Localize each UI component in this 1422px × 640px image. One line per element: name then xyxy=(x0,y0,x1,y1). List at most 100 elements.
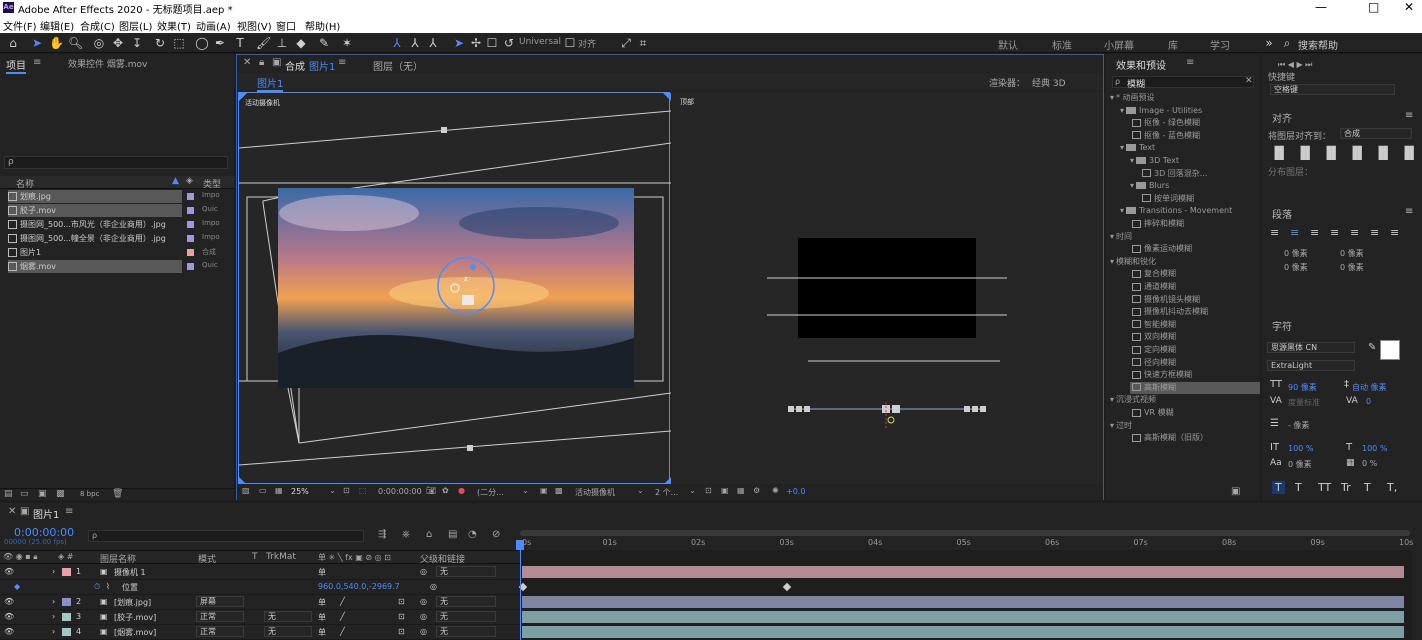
parent-pickwhip-icon[interactable]: ◎ xyxy=(420,612,427,621)
workspace-library[interactable]: 库 xyxy=(1168,37,1178,52)
parent-pickwhip-icon[interactable]: ◎ xyxy=(420,597,427,606)
world-axis-icon[interactable]: ⅄ xyxy=(408,36,422,50)
roi-icon[interactable]: ▣ xyxy=(540,486,548,495)
exposure-icon[interactable]: ✺ xyxy=(772,486,779,495)
eye-icon[interactable]: 👁︎ xyxy=(4,612,14,621)
label-col-icon[interactable]: ◈ xyxy=(186,176,193,186)
anchor-tool-icon[interactable]: ⬚ xyxy=(172,36,186,50)
keyframe-marker[interactable] xyxy=(782,582,792,592)
effect-item[interactable]: ▾ Transitions - Movement xyxy=(1120,205,1232,217)
align-right-icon[interactable]: ▐▌ xyxy=(1322,146,1340,160)
leading-value[interactable]: 自动 像素 xyxy=(1352,382,1387,393)
pen-tool-icon[interactable]: ✒ xyxy=(213,36,227,50)
monitor-icon[interactable]: ▭ xyxy=(259,486,267,495)
text-style-button[interactable]: TT xyxy=(1318,481,1331,494)
align-menu-icon[interactable]: ≡ xyxy=(1405,110,1413,121)
indent-left[interactable]: 0 像素 xyxy=(1284,248,1308,259)
views-chevron-icon[interactable]: ⌄ xyxy=(689,486,696,495)
comp-flowchart-icon[interactable]: ⇶ xyxy=(378,529,386,540)
graph-icon[interactable]: ⌇ xyxy=(106,582,110,591)
frame-blend-icon[interactable]: ▤ xyxy=(448,529,457,540)
menu-edit[interactable]: 编辑(E) xyxy=(40,18,74,33)
mode-dropdown[interactable]: 正常 xyxy=(196,611,244,622)
left-viewport[interactable]: 活动摄像机 z xyxy=(238,92,671,485)
label-swatch[interactable] xyxy=(187,207,194,214)
shortcut-dropdown[interactable]: 空格键 xyxy=(1270,84,1395,95)
camera-dropdown[interactable]: 活动摄像机 xyxy=(575,487,615,498)
col-layer-name[interactable]: 图层名称 xyxy=(100,552,136,565)
effect-item[interactable]: 高斯模糊（旧版） xyxy=(1130,432,1208,444)
eye-icon[interactable]: 👁︎ xyxy=(4,627,14,636)
menu-effect[interactable]: 效果(T) xyxy=(157,18,191,33)
shy-switch-icon[interactable]: 单 xyxy=(318,597,326,608)
effect-item[interactable]: 定向模糊 xyxy=(1130,344,1176,356)
clear-search-icon[interactable]: ✕ xyxy=(1245,76,1253,86)
effect-item[interactable]: ▾ * 动画预设 xyxy=(1110,92,1155,104)
text-style-button[interactable]: T xyxy=(1364,481,1371,494)
paragraph-align-icon[interactable]: ≡ xyxy=(1390,226,1399,239)
resolution-dropdown[interactable]: (二分... xyxy=(477,487,504,498)
settings-icon[interactable]: ▩ xyxy=(56,489,65,499)
effect-item[interactable]: 径向模糊 xyxy=(1130,357,1176,369)
comp-menu-icon[interactable]: ≡ xyxy=(338,57,346,68)
expand-icon[interactable]: › xyxy=(52,567,55,576)
project-item[interactable]: 摄图网_500...幢全景（非企业商用）.jpg xyxy=(8,232,182,245)
effect-item[interactable]: 智能模糊 xyxy=(1130,319,1176,331)
effects-search[interactable]: ρ 模糊 ✕ xyxy=(1112,76,1254,90)
timeline-tracks[interactable] xyxy=(516,540,1412,640)
mode-dropdown[interactable]: 正常 xyxy=(196,626,244,637)
align-hcenter-icon[interactable]: ▐▌ xyxy=(1296,146,1314,160)
font-family-dropdown[interactable]: 思源黑体 CN xyxy=(1267,342,1355,353)
paragraph-menu-icon[interactable]: ≡ xyxy=(1405,206,1413,217)
align-left-icon[interactable]: ▐▌ xyxy=(1270,146,1288,160)
effect-item[interactable]: ▾ 沉浸式视频 xyxy=(1110,394,1156,406)
parent-dropdown[interactable]: 无 xyxy=(436,566,496,577)
zoom-dropdown-icon[interactable]: ⌄ xyxy=(329,486,336,495)
workspace-learn[interactable]: 学习 xyxy=(1210,37,1230,52)
layer-label-swatch[interactable] xyxy=(62,598,71,606)
region-icon[interactable]: ▦ xyxy=(275,486,283,495)
effect-item[interactable]: 高斯模糊 xyxy=(1130,381,1260,394)
shy-switch-icon[interactable]: 单 xyxy=(318,612,326,623)
pickwhip-icon[interactable]: ◎ xyxy=(430,582,437,591)
space-before[interactable]: 0 像素 xyxy=(1284,262,1308,273)
project-item[interactable]: 划痕.jpg xyxy=(8,190,182,203)
lock-icon[interactable]: 🔒︎ xyxy=(259,57,264,68)
shy-switch-icon[interactable]: 单 xyxy=(318,627,326,638)
label-swatch[interactable] xyxy=(187,221,194,228)
graph-editor-icon[interactable]: ⊘ xyxy=(492,529,500,540)
local-axis-icon[interactable]: ⅄ xyxy=(390,36,404,50)
effect-item[interactable]: 抠像 - 绿色模糊 xyxy=(1130,117,1200,129)
layer-label-swatch[interactable] xyxy=(62,568,71,576)
zoom-tool-icon[interactable]: 🔍︎ xyxy=(68,36,83,50)
close-timeline-icon[interactable]: ✕ xyxy=(8,506,16,517)
kerning-value[interactable]: 度量标准 xyxy=(1288,397,1320,408)
draft-3d-icon[interactable]: ⎈ xyxy=(402,529,410,540)
quality-switch-icon[interactable]: ╱ xyxy=(340,627,345,636)
comp-breadcrumb[interactable]: 图片1 xyxy=(257,75,284,92)
effect-item[interactable]: 通道模糊 xyxy=(1130,281,1176,293)
effects-tab[interactable]: 效果和预设 xyxy=(1116,57,1166,72)
position-value[interactable]: 960.0,540.0,-2969.7 xyxy=(318,582,400,591)
align-top-icon[interactable]: ▐▌ xyxy=(1348,146,1366,160)
resolution-chevron-icon[interactable]: ⌄ xyxy=(522,486,529,495)
project-search[interactable]: ρ xyxy=(4,156,228,169)
expand-icon[interactable]: › xyxy=(52,597,55,606)
project-item[interactable]: 图片1 xyxy=(8,246,182,259)
work-area-bar[interactable] xyxy=(520,530,1410,536)
toggle-pixel-icon[interactable]: ⊡ xyxy=(705,486,712,495)
rotate-tool-icon[interactable]: ↻ xyxy=(153,36,167,50)
layer-name[interactable]: [烟雾.mov] xyxy=(114,627,156,638)
effect-item[interactable]: 3D 回落混杂... xyxy=(1140,168,1207,180)
exposure-value[interactable]: +0.0 xyxy=(786,487,805,496)
effect-item[interactable]: ▾ Text xyxy=(1120,142,1155,154)
layer-duration-bar[interactable] xyxy=(522,611,1404,623)
workspace-small[interactable]: 小屏幕 xyxy=(1104,37,1134,52)
3d-layer-icon[interactable]: ⊡ xyxy=(398,627,405,636)
rotate-icon[interactable]: ↺ xyxy=(502,36,516,50)
sort-icon[interactable]: ▲ xyxy=(172,176,179,186)
search-help-label[interactable]: 搜索帮助 xyxy=(1298,37,1338,52)
interpret-icon[interactable]: ▤ xyxy=(4,489,13,499)
playhead[interactable] xyxy=(520,550,521,640)
layer-name[interactable]: [划痕.jpg] xyxy=(114,597,151,608)
